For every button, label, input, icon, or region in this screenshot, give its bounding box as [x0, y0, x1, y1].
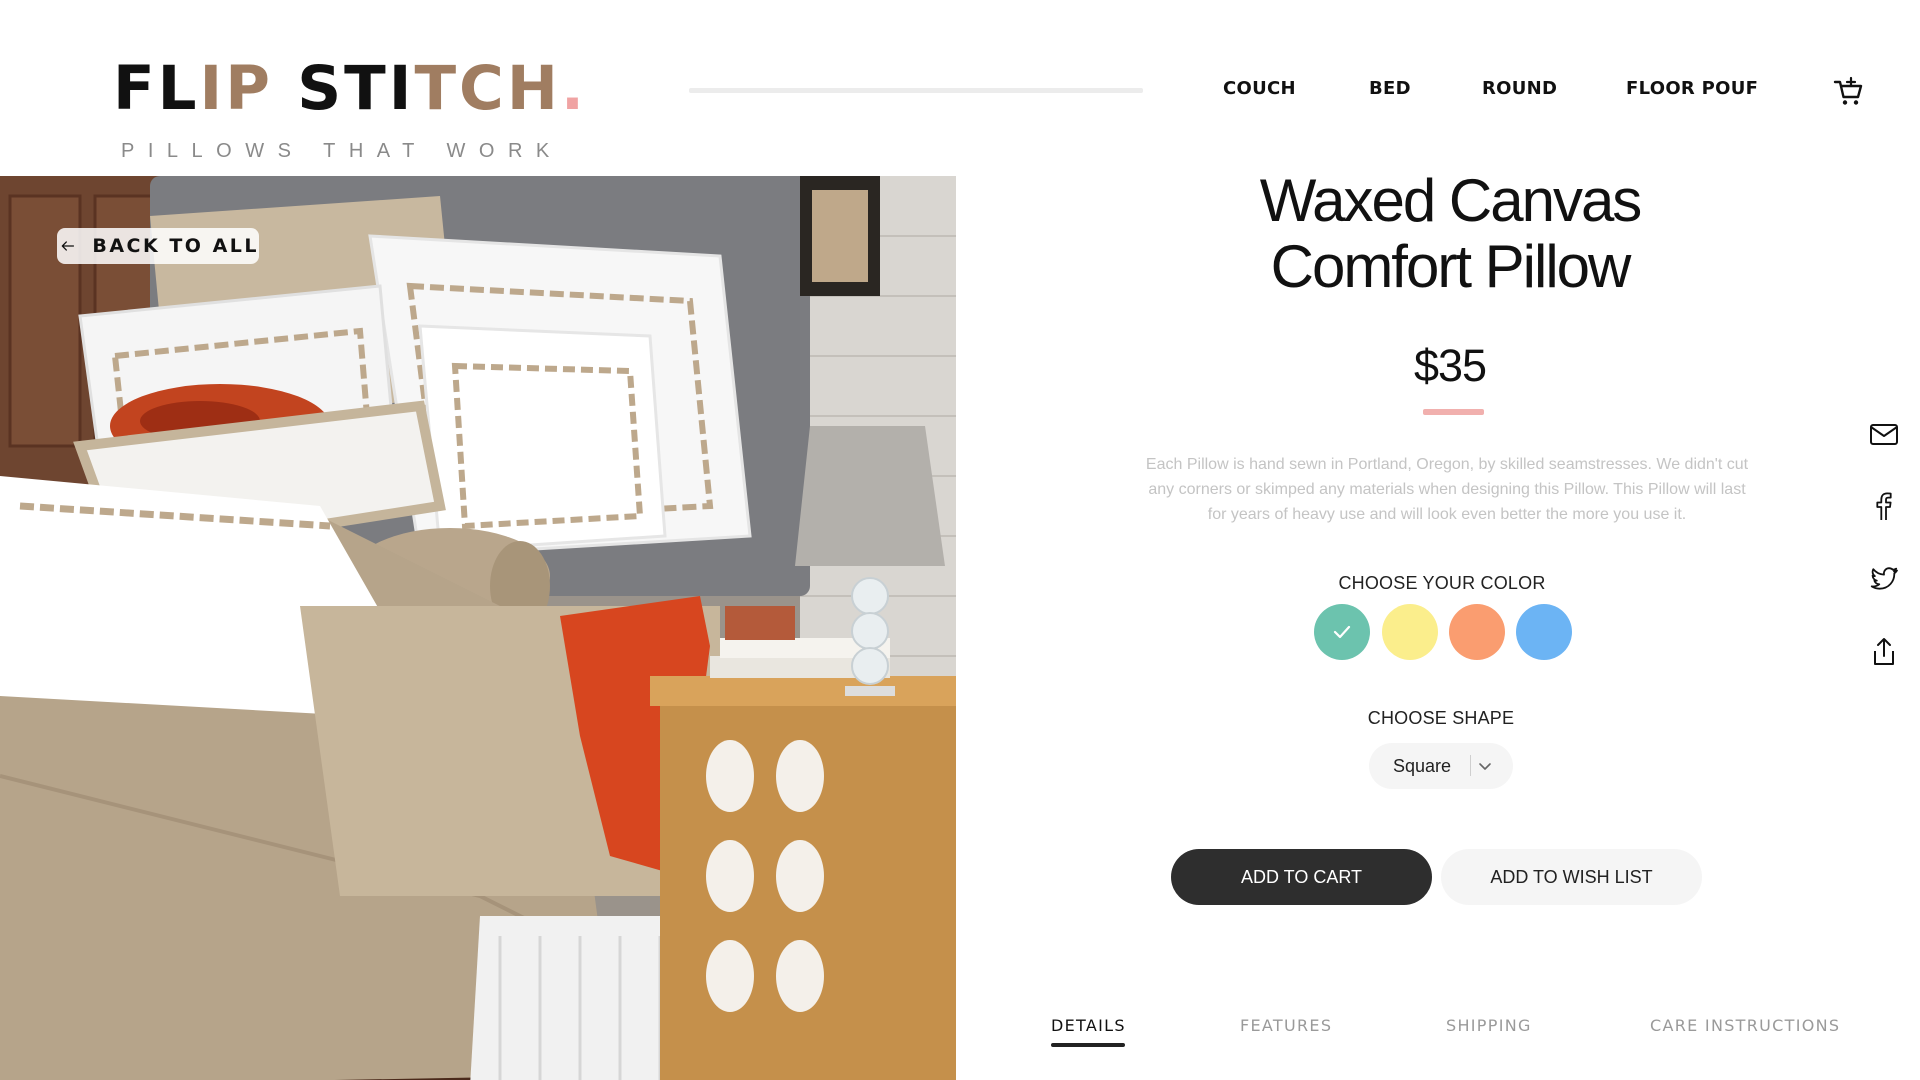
- product-price: $35: [1413, 340, 1487, 391]
- product-image: [0, 176, 956, 1080]
- color-swatch-orange[interactable]: [1449, 604, 1505, 660]
- logo-part: STI: [272, 53, 415, 124]
- nav-item-couch[interactable]: COUCH: [1223, 78, 1296, 99]
- price-underline: [1423, 409, 1484, 415]
- product-description: Each Pillow is hand sewn in Portland, Or…: [1145, 456, 1749, 523]
- active-tab-indicator: [1051, 1043, 1125, 1047]
- nav-item-round[interactable]: ROUND: [1482, 78, 1557, 99]
- check-icon: [1333, 625, 1351, 639]
- tab-shipping[interactable]: SHIPPING: [1446, 1016, 1532, 1035]
- share-icon[interactable]: [1868, 636, 1900, 668]
- shape-select[interactable]: Square: [1369, 743, 1513, 789]
- color-swatch-yellow[interactable]: [1382, 604, 1438, 660]
- product-title: Waxed Canvas Comfort Pillow: [1180, 168, 1720, 300]
- color-label: CHOOSE YOUR COLOR: [1338, 573, 1546, 593]
- brand-wordmark: FLIP STITCH.: [113, 58, 584, 119]
- shape-select-value: Square: [1393, 756, 1452, 776]
- brand-logo[interactable]: FLIP STITCH.: [113, 58, 584, 119]
- arrow-left-icon: [61, 241, 75, 251]
- logo-part: TCH: [414, 53, 561, 124]
- back-to-all-label: BACK TO ALL: [92, 235, 259, 257]
- color-swatch-blue[interactable]: [1516, 604, 1572, 660]
- nav-item-floor-pouf[interactable]: FLOOR POUF: [1626, 78, 1758, 99]
- select-divider: [1470, 755, 1471, 776]
- nav-item-bed[interactable]: BED: [1369, 78, 1411, 99]
- tab-features[interactable]: FEATURES: [1240, 1016, 1332, 1035]
- logo-part: .: [560, 53, 588, 124]
- tab-details[interactable]: DETAILS: [1051, 1016, 1126, 1035]
- chevron-down-icon: [1479, 763, 1491, 770]
- add-to-cart-button[interactable]: ADD TO CART: [1171, 849, 1432, 905]
- logo-part: IP: [199, 53, 273, 124]
- product-title-line: Waxed Canvas: [1259, 167, 1643, 234]
- shape-label: CHOOSE SHAPE: [1367, 708, 1515, 728]
- brand-tagline: PILLOWS THAT WORK: [121, 140, 563, 162]
- twitter-icon[interactable]: [1868, 563, 1900, 595]
- add-to-wishlist-button[interactable]: ADD TO WISH LIST: [1441, 849, 1702, 905]
- cart-plus-icon[interactable]: [1832, 76, 1864, 108]
- logo-part: FL: [113, 53, 200, 124]
- back-to-all-button[interactable]: BACK TO ALL: [57, 228, 259, 264]
- header-divider: [689, 88, 1143, 93]
- facebook-icon[interactable]: [1868, 490, 1900, 522]
- product-title-line: Comfort Pillow: [1270, 233, 1632, 300]
- tab-care-instructions[interactable]: CARE INSTRUCTIONS: [1650, 1016, 1840, 1035]
- mail-icon[interactable]: [1868, 418, 1900, 450]
- color-swatch-teal[interactable]: [1314, 604, 1370, 660]
